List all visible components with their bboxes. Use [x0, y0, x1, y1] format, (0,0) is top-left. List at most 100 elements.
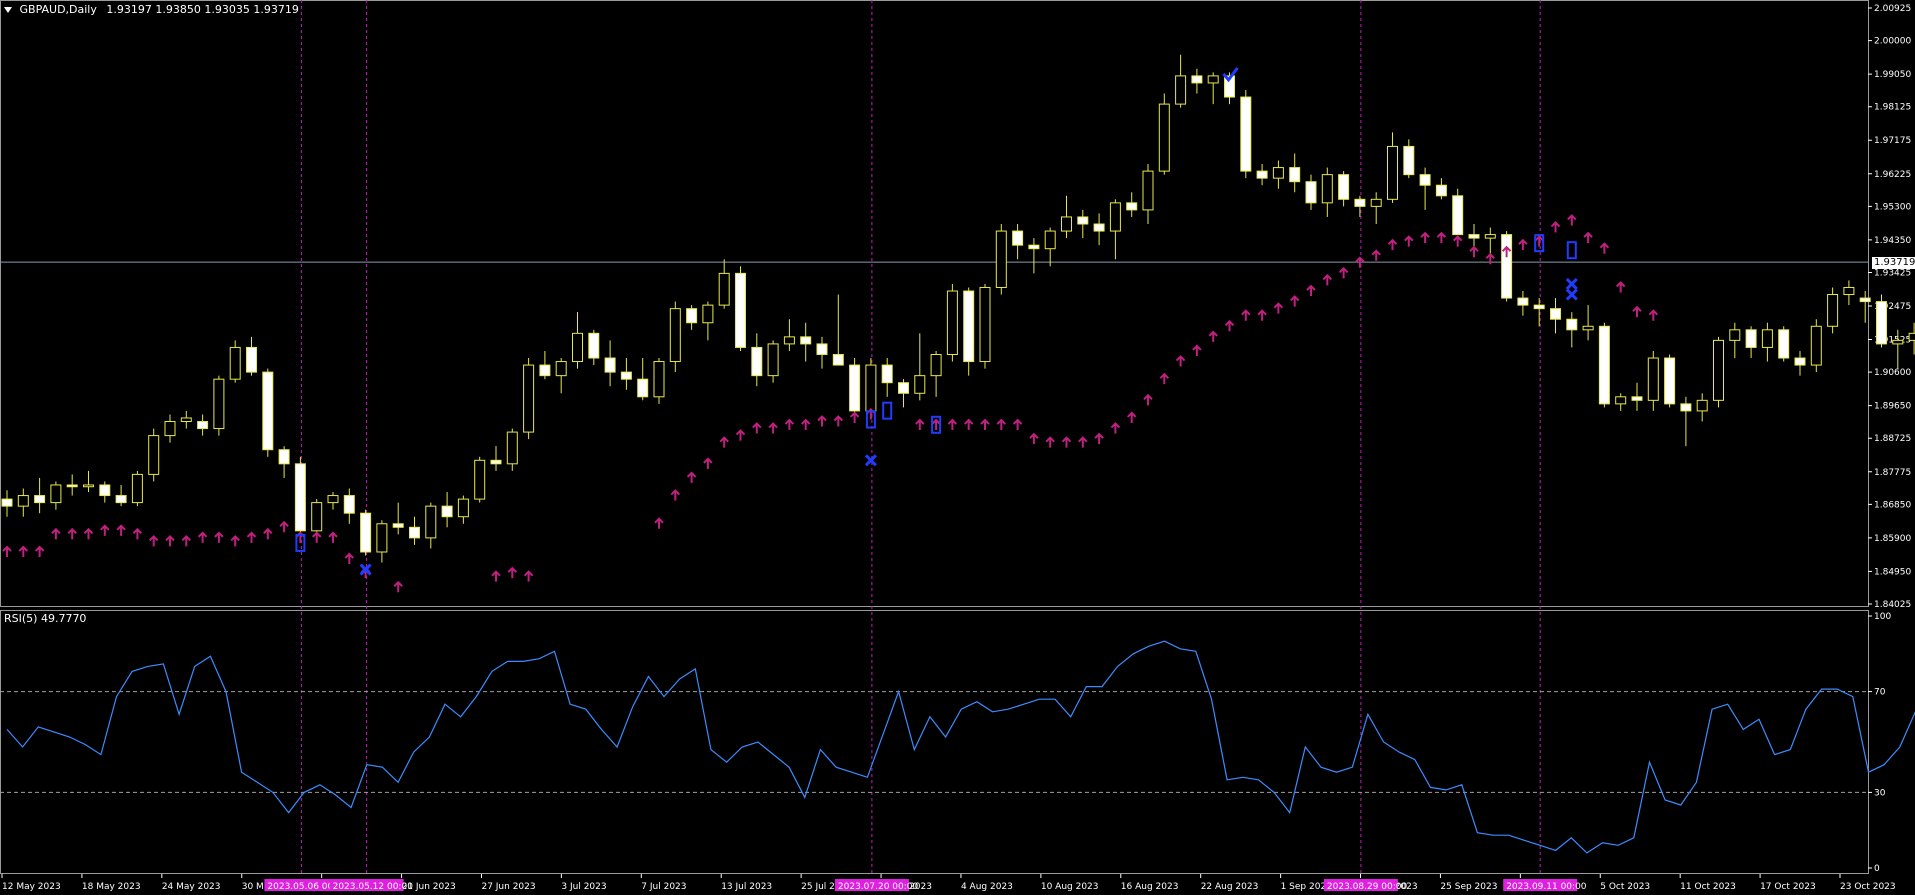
price-tick-label: 1.93425 — [1874, 268, 1911, 278]
candle — [1908, 332, 1915, 341]
date-tick-label: 16 Aug 2023 — [1121, 882, 1179, 892]
signal-x-marker — [1565, 288, 1578, 301]
sar-up-arrow — [132, 527, 143, 540]
sar-up-arrow — [963, 418, 974, 431]
candle — [115, 495, 127, 504]
sar-up-arrow — [947, 418, 958, 431]
candle — [832, 353, 844, 366]
candle — [66, 484, 78, 488]
sar-up-arrow — [1175, 355, 1186, 367]
candle — [1175, 75, 1187, 105]
candle — [392, 523, 404, 528]
candle — [1435, 184, 1447, 197]
sar-up-arrow — [1159, 372, 1170, 385]
price-tick-label: 1.86850 — [1874, 500, 1911, 510]
sar-up-arrow — [1387, 238, 1398, 251]
candle — [1028, 244, 1040, 250]
sar-up-arrow — [1355, 256, 1365, 268]
sar-up-arrow — [1110, 422, 1121, 434]
sar-up-arrow — [100, 524, 110, 536]
candle — [1843, 286, 1855, 296]
sar-up-arrow — [246, 531, 257, 543]
date-tick-label: 5 Oct 2023 — [1600, 882, 1650, 892]
candle — [604, 357, 616, 373]
candle — [1892, 339, 1904, 345]
signal-x-marker — [1565, 277, 1578, 291]
candle — [229, 346, 241, 380]
candle — [1664, 357, 1676, 405]
candle — [523, 364, 535, 433]
sar-up-arrow — [1061, 436, 1072, 448]
sar-up-arrow — [686, 471, 697, 483]
price-tick-label: 1.85900 — [1874, 534, 1911, 544]
sar-up-arrow — [181, 534, 192, 547]
candle — [34, 495, 46, 504]
sar-up-arrow — [1224, 319, 1235, 332]
candle — [914, 375, 926, 394]
candle — [1, 498, 13, 507]
candle — [148, 435, 160, 475]
rsi-line — [6, 640, 1915, 854]
sar-up-arrow — [165, 534, 175, 547]
highlighted-date-label: 2023.09.11 00:00 — [1506, 882, 1587, 892]
candle — [1321, 174, 1333, 204]
sar-up-arrow — [214, 531, 224, 543]
sar-up-arrow — [1208, 330, 1218, 342]
sar-up-arrow — [1567, 214, 1577, 226]
candle — [343, 495, 355, 514]
candle — [180, 417, 192, 422]
candle — [17, 495, 29, 507]
sar-up-arrow — [34, 545, 45, 557]
price-tick-label: 1.95300 — [1874, 202, 1911, 212]
price-tick-label: 1.96225 — [1874, 170, 1911, 180]
candle — [718, 272, 730, 306]
signal-x-marker — [864, 454, 877, 467]
candle — [898, 382, 909, 394]
sar-up-arrow — [784, 418, 795, 431]
chart-canvas[interactable]: 2.00925 2.00000 1.99050 1.98125 1.97175 1.962… — [0, 0, 1915, 895]
candle — [1077, 216, 1089, 225]
candle — [1745, 329, 1757, 348]
sar-up-arrow — [800, 418, 811, 431]
sar-up-arrow — [1420, 231, 1430, 244]
candle — [457, 498, 469, 518]
candle — [1109, 202, 1121, 232]
candle — [1387, 145, 1398, 200]
sar-up-arrow — [344, 552, 355, 565]
sar-up-arrow — [1518, 238, 1528, 251]
candle — [555, 361, 567, 377]
candle — [213, 378, 225, 430]
candle — [1354, 198, 1366, 207]
candle — [1419, 174, 1431, 186]
sar-up-arrow — [1045, 436, 1055, 448]
signal-box-marker — [1566, 241, 1577, 260]
candle — [1093, 223, 1105, 232]
sar-up-arrow — [1550, 221, 1561, 233]
candle — [197, 420, 209, 430]
candle — [849, 364, 861, 412]
candle — [816, 343, 828, 355]
sar-up-arrow — [849, 411, 860, 423]
sar-up-arrow — [1143, 393, 1153, 406]
date-tick-label: 17 Oct 2023 — [1760, 882, 1816, 892]
date-tick-label: 11 Oct 2023 — [1680, 882, 1736, 892]
candle — [653, 361, 665, 398]
candle — [1484, 234, 1496, 239]
candle — [1044, 230, 1056, 250]
sar-up-arrow — [1599, 242, 1610, 254]
candle — [50, 484, 62, 504]
candle — [1729, 329, 1741, 341]
sar-up-arrow — [116, 524, 126, 536]
sar-up-arrow — [1273, 302, 1284, 314]
candle — [995, 230, 1007, 288]
candle — [1778, 329, 1790, 359]
candle — [1158, 103, 1170, 172]
sar-up-arrow — [996, 418, 1007, 431]
candle — [572, 332, 583, 363]
sar-up-arrow — [1192, 344, 1202, 356]
date-tick-label: 4 Aug 2023 — [961, 882, 1013, 892]
sar-up-arrow — [1338, 266, 1349, 279]
sar-up-arrow — [1126, 411, 1137, 423]
date-tick-label: 22 Aug 2023 — [1201, 882, 1259, 892]
sar-up-arrow — [148, 534, 159, 547]
